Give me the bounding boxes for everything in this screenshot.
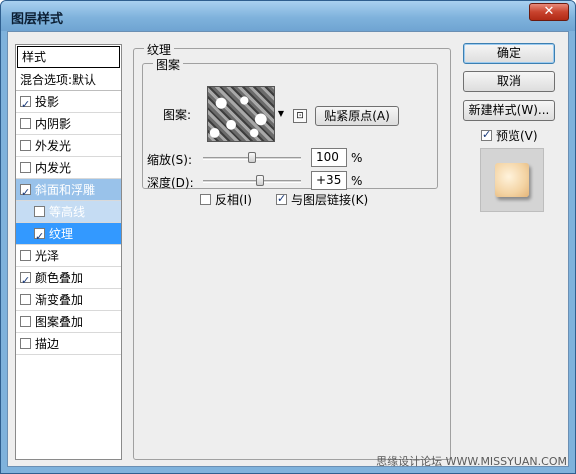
link-with-layer-label: 与图层链接(K) [291,193,369,207]
style-item-label: 颜色叠加 [35,271,84,285]
depth-slider-track[interactable] [203,180,301,183]
cancel-button[interactable]: 取消 [463,71,555,92]
style-item-bevel-emboss[interactable]: 斜面和浮雕 [16,179,121,204]
style-item-label: 斜面和浮雕 [35,183,96,197]
style-item-inner-glow[interactable]: 内发光 [16,157,121,179]
bevel-emboss-checkbox[interactable] [20,182,31,204]
style-item-texture[interactable]: 纹理 [16,223,121,248]
outer-glow-checkbox[interactable] [20,140,31,151]
blend-options-item[interactable]: 混合选项:默认 [16,69,121,91]
style-item-label: 渐变叠加 [35,293,84,307]
ok-button[interactable]: 确定 [463,43,555,64]
preview-option[interactable]: 预览(V) [481,127,538,144]
style-item-label: 纹理 [49,227,74,241]
new-style-button[interactable]: 新建样式(W)... [463,100,555,121]
satin-checkbox[interactable] [20,250,31,261]
style-item-label: 内阴影 [35,117,72,131]
style-item-stroke[interactable]: 描边 [16,333,121,355]
scale-input[interactable]: 100 [311,148,347,167]
invert-option[interactable]: 反相(I) [200,191,252,208]
gradient-overlay-checkbox[interactable] [20,294,31,305]
depth-label: 深度(D): [147,176,194,190]
stroke-checkbox[interactable] [20,338,31,349]
styles-header[interactable]: 样式 [17,46,120,68]
depth-slider-thumb[interactable] [256,175,264,186]
style-item-outer-glow[interactable]: 外发光 [16,135,121,157]
new-preset-icon[interactable]: ⊡ [293,109,307,123]
pattern-group: 图案 图案: ▼ ⊡ 贴紧原点(A) 缩放(S): 100 % 深度(D): +… [142,56,438,190]
style-item-label: 等高线 [49,205,86,219]
watermark-text: 思缘设计论坛 WWW.MISSYUAN.COM [376,455,567,468]
invert-checkbox[interactable] [200,194,211,205]
style-item-drop-shadow[interactable]: 投影 [16,91,121,116]
pattern-swatch[interactable] [207,86,275,142]
pattern-label: 图案: [163,108,192,122]
scale-label: 缩放(S): [147,153,193,167]
style-item-label: 图案叠加 [35,315,84,329]
snap-to-origin-button[interactable]: 贴紧原点(A) [315,106,399,126]
pattern-overlay-checkbox[interactable] [20,316,31,327]
link-with-layer-option[interactable]: 与图层链接(K) [276,191,368,208]
texture-checkbox[interactable] [34,226,45,248]
style-item-contour[interactable]: 等高线 [16,201,121,223]
style-preview [480,148,544,212]
color-overlay-checkbox[interactable] [20,270,31,292]
style-item-gradient-overlay[interactable]: 渐变叠加 [16,289,121,311]
dialog-title: 图层样式 [11,12,64,27]
inner-shadow-checkbox[interactable] [20,118,31,129]
depth-input[interactable]: +35 [311,171,347,190]
link-with-layer-checkbox[interactable] [276,192,287,205]
dialog-client-area: 样式 混合选项:默认 投影 内阴影 外发光 内发光 斜面和浮雕 等高线 纹理 [7,31,569,467]
layer-style-dialog: 图层样式 ✕ 样式 混合选项:默认 投影 内阴影 外发光 内发光 斜面和浮雕 等 [0,0,576,474]
preview-label: 预览(V) [496,129,538,143]
contour-checkbox[interactable] [34,206,45,217]
style-item-satin[interactable]: 光泽 [16,245,121,267]
texture-section: 纹理 图案 图案: ▼ ⊡ 贴紧原点(A) 缩放(S): 100 % 深度(D)… [133,41,451,460]
chevron-down-icon[interactable]: ▼ [276,86,286,142]
title-bar[interactable]: 图层样式 ✕ [1,1,575,31]
style-item-color-overlay[interactable]: 颜色叠加 [16,267,121,292]
drop-shadow-checkbox[interactable] [20,94,31,116]
close-button[interactable]: ✕ [529,3,569,21]
style-item-label: 内发光 [35,161,72,175]
invert-label: 反相(I) [215,193,252,207]
style-item-label: 外发光 [35,139,72,153]
scale-slider-thumb[interactable] [248,152,256,163]
styles-list: 样式 混合选项:默认 投影 内阴影 外发光 内发光 斜面和浮雕 等高线 纹理 [15,44,122,460]
preview-checkbox[interactable] [481,128,492,141]
style-item-label: 投影 [35,95,60,109]
pattern-group-title: 图案 [153,56,184,73]
style-item-label: 光泽 [35,249,60,263]
preview-swatch [495,163,529,197]
style-item-inner-shadow[interactable]: 内阴影 [16,113,121,135]
depth-percent-sign: % [351,174,363,188]
style-item-label: 描边 [35,337,60,351]
scale-percent-sign: % [351,151,363,165]
inner-glow-checkbox[interactable] [20,162,31,173]
style-item-pattern-overlay[interactable]: 图案叠加 [16,311,121,333]
